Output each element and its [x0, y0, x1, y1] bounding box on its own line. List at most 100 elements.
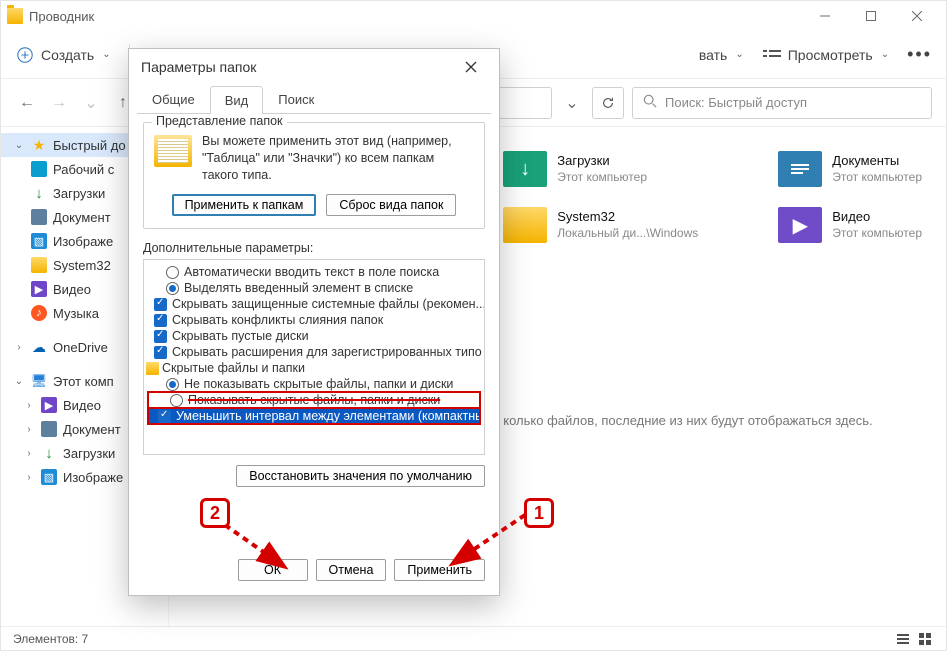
video-icon: ▶ — [31, 281, 47, 297]
chevron-right-icon: › — [23, 472, 35, 483]
chevron-right-icon: › — [23, 424, 35, 435]
sidebar-label: Изображе — [53, 234, 113, 249]
view-label: Просмотреть — [788, 47, 873, 63]
search-icon — [643, 94, 657, 111]
dialog-titlebar: Параметры папок — [129, 49, 499, 85]
folder-downloads[interactable]: ↓ Загрузки Этот компьютер — [503, 151, 698, 187]
back-button[interactable]: ← — [15, 91, 39, 115]
option-hide-merge-conflicts[interactable]: Скрывать конфликты слияния папок — [144, 312, 484, 328]
minimize-button[interactable] — [802, 1, 848, 31]
breadcrumb-dropdown[interactable]: ⌄ — [560, 91, 584, 115]
sidebar-label: System32 — [53, 258, 111, 273]
option-show-hidden[interactable]: Показывать скрытые файлы, папки и диски — [148, 392, 480, 408]
chevron-down-icon: ⌄ — [881, 49, 889, 60]
tab-general[interactable]: Общие — [137, 85, 210, 113]
sidebar-label: Загрузки — [53, 186, 105, 201]
tab-search[interactable]: Поиск — [263, 85, 329, 113]
option-hide-protected[interactable]: Скрывать защищенные системные файлы (рек… — [144, 296, 484, 312]
cancel-button[interactable]: Отмена — [316, 559, 387, 581]
option-compact-spacing[interactable]: Уменьшить интервал между элементами (ком… — [148, 408, 480, 424]
video-icon: ▶ — [778, 207, 822, 243]
folder-icon — [7, 8, 23, 24]
folder-icon — [503, 207, 547, 243]
up-button[interactable]: ⌄ — [79, 91, 103, 115]
document-icon — [41, 421, 57, 437]
folder-title: Загрузки — [557, 153, 647, 169]
option-hidden-files-group[interactable]: Скрытые файлы и папки — [144, 360, 484, 376]
folder-system32[interactable]: System32 Локальный ди...\Windows — [503, 207, 698, 243]
folder-video[interactable]: ▶ Видео Этот компьютер — [778, 207, 922, 243]
folder-title: Документы — [832, 153, 922, 169]
restore-defaults-button[interactable]: Восстановить значения по умолчанию — [236, 465, 485, 487]
statusbar: Элементов: 7 — [1, 626, 946, 650]
search-input[interactable]: Поиск: Быстрый доступ — [632, 87, 932, 119]
create-label: Создать — [41, 47, 94, 63]
close-button[interactable] — [894, 1, 940, 31]
refresh-button[interactable] — [592, 87, 624, 119]
folder-title: System32 — [557, 209, 698, 225]
chevron-down-icon: ⌄ — [102, 49, 110, 60]
sidebar-label: Этот комп — [53, 374, 114, 389]
download-icon: ↓ — [41, 445, 57, 461]
annotation-badge-2: 2 — [200, 498, 230, 528]
group-legend: Представление папок — [152, 114, 287, 128]
option-dont-show-hidden[interactable]: Не показывать скрытые файлы, папки и дис… — [144, 376, 484, 392]
item-count: Элементов: 7 — [13, 632, 88, 646]
recent-files-hint: колько файлов, последние из них будут от… — [503, 413, 922, 428]
sort-label: вать — [699, 47, 727, 63]
sidebar-label: Видео — [53, 282, 91, 297]
apply-to-folders-button[interactable]: Применить к папкам — [172, 194, 317, 216]
view-button[interactable]: Просмотреть ⌄ — [762, 45, 889, 65]
dialog-tabs: Общие Вид Поиск — [129, 85, 499, 113]
option-hide-extensions[interactable]: Скрывать расширения для зарегистрированн… — [144, 344, 484, 360]
more-button[interactable]: ••• — [907, 44, 932, 65]
folder-options-dialog: Параметры папок Общие Вид Поиск Представ… — [128, 48, 500, 596]
ok-button[interactable]: ОК — [238, 559, 308, 581]
option-hide-empty-drives[interactable]: Скрывать пустые диски — [144, 328, 484, 344]
folder-thumbnail-icon — [154, 135, 192, 167]
folder-title: Видео — [832, 209, 922, 225]
folder-sub: Этот компьютер — [832, 170, 922, 185]
sidebar-label: Музыка — [53, 306, 99, 321]
sidebar-label: Рабочий с — [53, 162, 114, 177]
titlebar: Проводник — [1, 1, 946, 31]
folder-sub: Этот компьютер — [557, 170, 647, 185]
forward-button[interactable]: → — [47, 91, 71, 115]
document-icon — [778, 151, 822, 187]
cloud-icon: ☁ — [31, 339, 47, 355]
document-icon — [31, 209, 47, 225]
maximize-button[interactable] — [848, 1, 894, 31]
reset-folders-button[interactable]: Сброс вида папок — [326, 194, 456, 216]
search-placeholder: Поиск: Быстрый доступ — [665, 95, 807, 110]
dialog-title: Параметры папок — [141, 59, 256, 75]
option-auto-type[interactable]: Автоматически вводить текст в поле поиск… — [144, 264, 484, 280]
view-icon — [762, 45, 782, 65]
details-view-button[interactable] — [894, 630, 912, 648]
tab-view[interactable]: Вид — [210, 86, 264, 114]
window-title: Проводник — [29, 9, 94, 24]
advanced-options-list[interactable]: Автоматически вводить текст в поле поиск… — [143, 259, 485, 455]
image-icon: ▧ — [41, 469, 57, 485]
folder-sub: Локальный ди...\Windows — [557, 226, 698, 241]
option-select-typed[interactable]: Выделять введенный элемент в списке — [144, 280, 484, 296]
sort-button[interactable]: вать ⌄ — [699, 47, 744, 63]
chevron-right-icon: › — [23, 448, 35, 459]
sidebar-label: Документ — [53, 210, 111, 225]
folder-documents[interactable]: Документы Этот компьютер — [778, 151, 922, 187]
sidebar-label: Загрузки — [63, 446, 115, 461]
create-button[interactable]: Создать ⌄ — [15, 45, 111, 65]
sidebar-label: Быстрый до — [53, 138, 126, 153]
apply-button[interactable]: Применить — [394, 559, 485, 581]
star-icon: ★ — [31, 137, 47, 153]
dialog-close-button[interactable] — [455, 51, 487, 83]
sidebar-label: Видео — [63, 398, 101, 413]
sidebar-label: Изображе — [63, 470, 123, 485]
chevron-down-icon: ⌄ — [735, 49, 743, 60]
icon-view-button[interactable] — [916, 630, 934, 648]
music-icon: ♪ — [31, 305, 47, 321]
sidebar-label: OneDrive — [53, 340, 108, 355]
video-icon: ▶ — [41, 397, 57, 413]
folder-icon — [31, 257, 47, 273]
folder-sub: Этот компьютер — [832, 226, 922, 241]
chevron-right-icon: › — [13, 342, 25, 353]
